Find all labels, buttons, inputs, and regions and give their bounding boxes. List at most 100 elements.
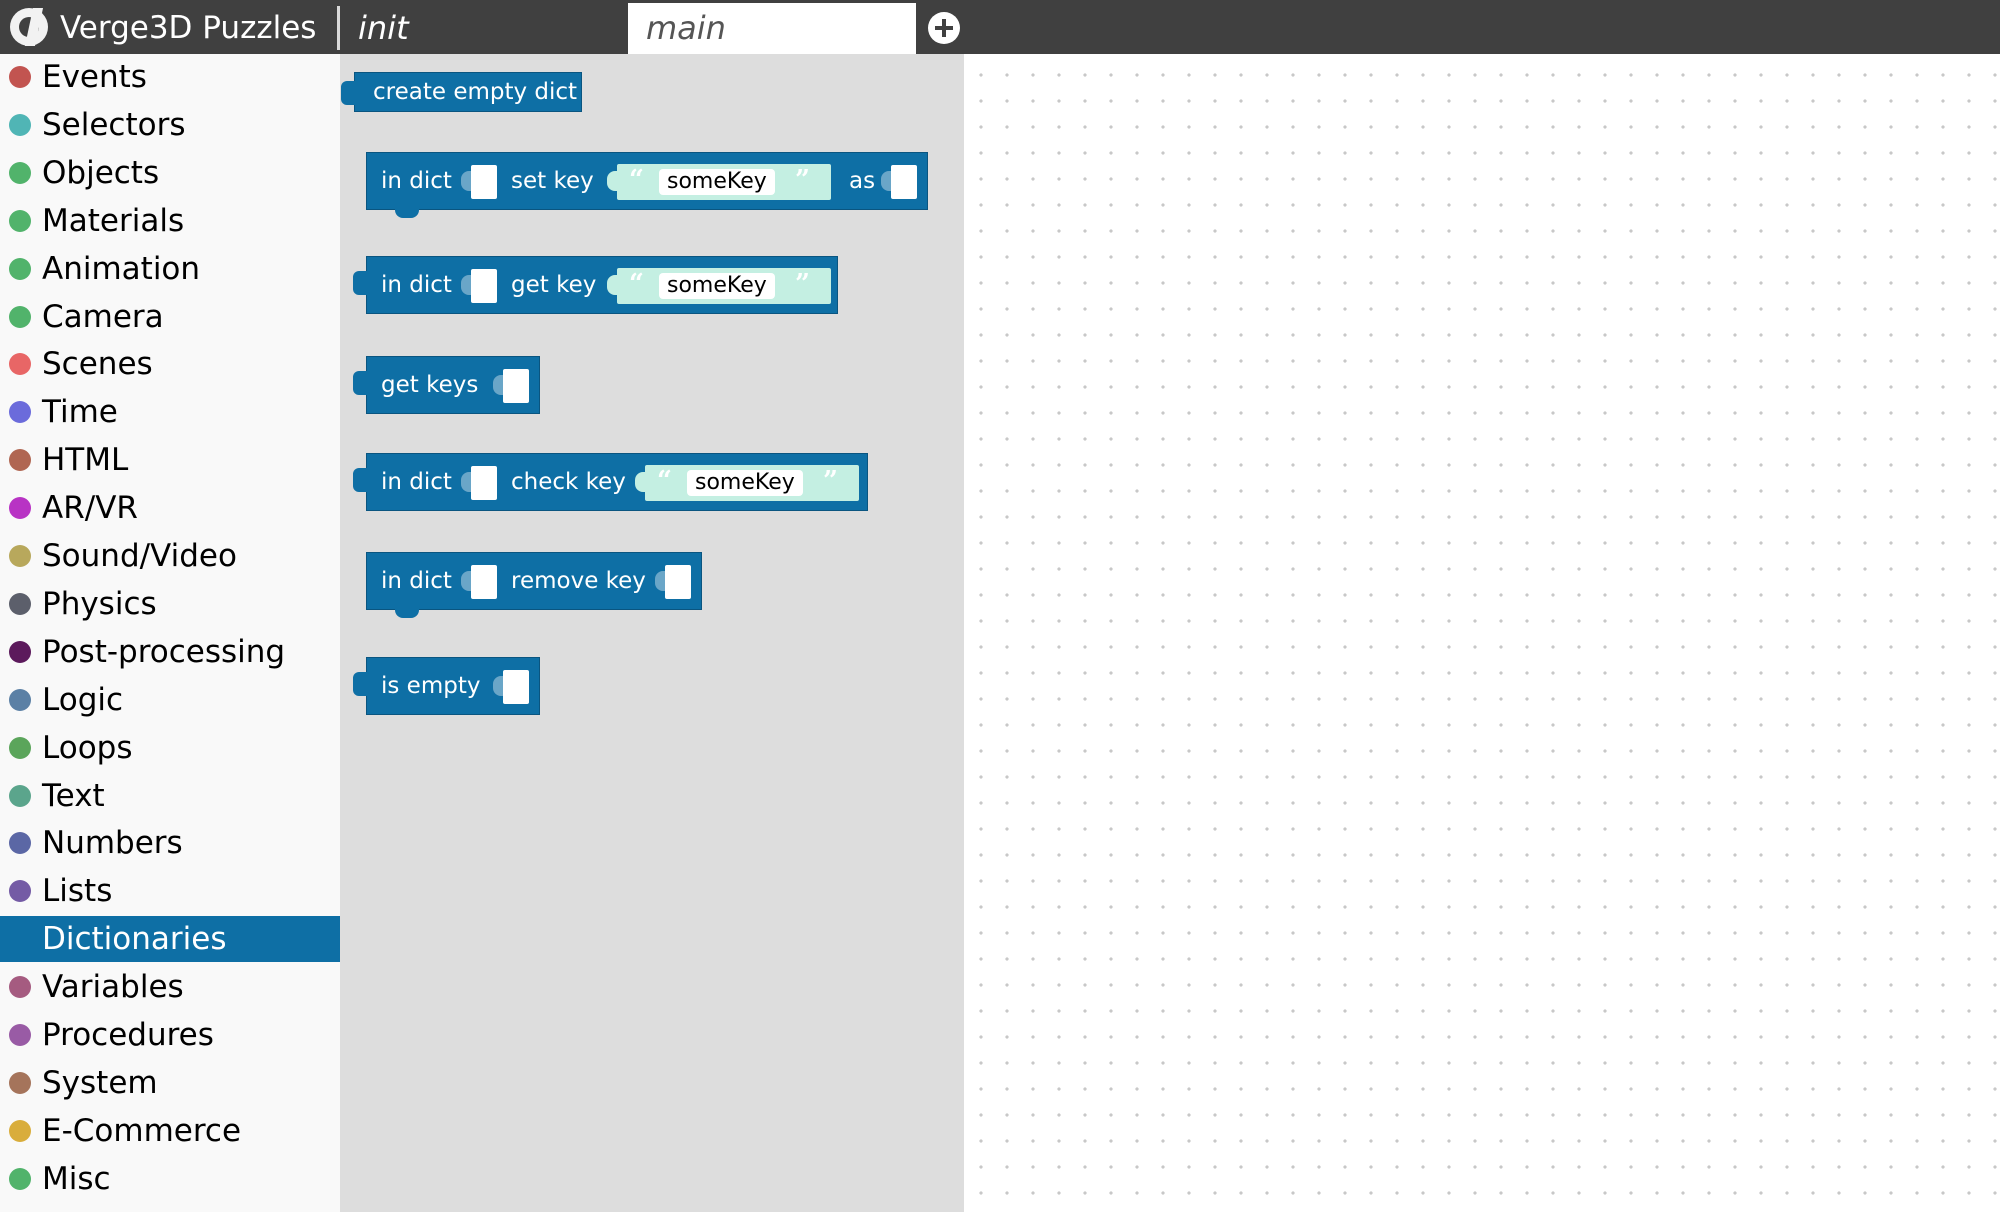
create-empty-dict-block[interactable]: create empty dict <box>341 72 582 112</box>
open-quote-icon: “ <box>629 165 644 195</box>
get-key-block[interactable]: in dict get key “ someKey ” <box>353 256 838 314</box>
key-string-block[interactable]: “ someKey ” <box>607 268 831 304</box>
sidebar-item-camera[interactable]: Camera <box>0 294 340 340</box>
sidebar-item-physics[interactable]: Physics <box>0 581 340 627</box>
category-color-dot <box>9 832 31 854</box>
sidebar-item-label: Post-processing <box>42 634 286 670</box>
output-connector <box>353 468 367 492</box>
sidebar-item-label: Variables <box>42 969 184 1005</box>
dict-input-slot[interactable] <box>461 565 497 599</box>
remove-key-block[interactable]: in dict remove key <box>366 552 702 618</box>
output-connector <box>353 271 367 295</box>
sidebar-item-label: System <box>42 1065 158 1101</box>
sidebar-item-label: Selectors <box>42 107 186 143</box>
sidebar-item-variables[interactable]: Variables <box>0 964 340 1010</box>
sidebar-item-numbers[interactable]: Numbers <box>0 820 340 866</box>
value-input-slot[interactable] <box>881 165 917 199</box>
sidebar-item-label: HTML <box>42 442 129 478</box>
verge3d-logo-icon <box>10 8 48 46</box>
sidebar-item-label: E-Commerce <box>42 1113 242 1149</box>
output-connector <box>353 672 367 696</box>
check-key-block[interactable]: in dict check key “ someKey ” <box>353 453 868 511</box>
dict-input-slot[interactable] <box>493 670 529 704</box>
block-label-get-keys: get keys <box>381 372 479 398</box>
sidebar-item-text[interactable]: Text <box>0 773 340 819</box>
sidebar-item-label: Loops <box>42 730 133 766</box>
close-quote-icon: ” <box>795 165 810 195</box>
sidebar-item-label: Physics <box>42 586 157 622</box>
close-quote-icon: ” <box>823 466 838 496</box>
sidebar-item-animation[interactable]: Animation <box>0 246 340 292</box>
category-color-dot <box>9 689 31 711</box>
sidebar-item-scenes[interactable]: Scenes <box>0 341 340 387</box>
set-key-block[interactable]: in dict set key “ someKey ” as <box>366 152 928 218</box>
category-color-dot <box>9 162 31 184</box>
block-label-in-dict: in dict <box>381 568 452 594</box>
category-color-dot <box>9 449 31 471</box>
sidebar-item-system[interactable]: System <box>0 1060 340 1106</box>
category-color-dot <box>9 1024 31 1046</box>
tab-init[interactable]: init <box>340 3 628 54</box>
open-quote-icon: “ <box>629 269 644 299</box>
sidebar-item-selectors[interactable]: Selectors <box>0 102 340 148</box>
sidebar-item-loops[interactable]: Loops <box>0 725 340 771</box>
sidebar-item-post-processing[interactable]: Post-processing <box>0 629 340 675</box>
sidebar-item-logic[interactable]: Logic <box>0 677 340 723</box>
is-empty-block[interactable]: is empty <box>353 657 540 715</box>
tab-main[interactable]: main <box>628 3 916 54</box>
puzzle-workspace[interactable] <box>964 54 2000 1212</box>
category-sidebar: Events Selectors Objects Materials Animation… <box>0 54 340 1212</box>
key-field[interactable]: someKey <box>659 169 775 195</box>
top-bar: Verge3D Puzzles init main <box>0 0 2000 54</box>
category-color-dot <box>9 1072 31 1094</box>
category-color-dot <box>9 785 31 807</box>
sidebar-item-label: Text <box>42 778 105 814</box>
block-flyout: create empty dict in dict set key “ some… <box>340 54 964 1212</box>
sidebar-item-dictionaries[interactable]: Dictionaries <box>0 916 340 962</box>
category-color-dot <box>9 928 31 950</box>
key-field[interactable]: someKey <box>659 273 775 299</box>
sidebar-item-label: Dictionaries <box>42 921 227 957</box>
key-input-slot[interactable] <box>655 565 691 599</box>
sidebar-item-e-commerce[interactable]: E-Commerce <box>0 1108 340 1154</box>
sidebar-item-events[interactable]: Events <box>0 54 340 100</box>
sidebar-item-html[interactable]: HTML <box>0 437 340 483</box>
dict-input-slot[interactable] <box>461 165 497 199</box>
sidebar-item-label: Materials <box>42 203 185 239</box>
sidebar-item-objects[interactable]: Objects <box>0 150 340 196</box>
block-label-set-key: set key <box>511 168 594 194</box>
dict-input-slot[interactable] <box>493 369 529 403</box>
sidebar-item-materials[interactable]: Materials <box>0 198 340 244</box>
category-color-dot <box>9 306 31 328</box>
sidebar-item-label: Scenes <box>42 346 153 382</box>
category-color-dot <box>9 976 31 998</box>
get-keys-block[interactable]: get keys <box>353 356 540 414</box>
category-color-dot <box>9 880 31 902</box>
key-string-block[interactable]: “ someKey ” <box>607 164 831 200</box>
key-string-block[interactable]: “ someKey ” <box>635 465 859 501</box>
block-label-as: as <box>849 168 876 194</box>
category-color-dot <box>9 497 31 519</box>
sidebar-item-label: AR/VR <box>42 490 138 526</box>
sidebar-item-label: Lists <box>42 873 113 909</box>
block-label-remove-key: remove key <box>511 568 646 594</box>
category-color-dot <box>9 593 31 615</box>
sidebar-item-procedures[interactable]: Procedures <box>0 1012 340 1058</box>
category-color-dot <box>9 1120 31 1142</box>
category-color-dot <box>9 737 31 759</box>
dict-input-slot[interactable] <box>461 269 497 303</box>
block-label-check-key: check key <box>511 469 626 495</box>
key-field[interactable]: someKey <box>687 470 803 496</box>
sidebar-item-misc[interactable]: Misc <box>0 1156 340 1202</box>
plus-circle-icon[interactable] <box>928 12 960 44</box>
category-color-dot <box>9 1168 31 1190</box>
dict-input-slot[interactable] <box>461 466 497 500</box>
sidebar-item-ar-vr[interactable]: AR/VR <box>0 485 340 531</box>
sidebar-item-label: Objects <box>42 155 160 191</box>
output-connector <box>341 81 355 105</box>
sidebar-item-sound-video[interactable]: Sound/Video <box>0 533 340 579</box>
sidebar-item-time[interactable]: Time <box>0 389 340 435</box>
sidebar-item-label: Sound/Video <box>42 538 237 574</box>
sidebar-item-label: Misc <box>42 1161 111 1197</box>
sidebar-item-lists[interactable]: Lists <box>0 868 340 914</box>
